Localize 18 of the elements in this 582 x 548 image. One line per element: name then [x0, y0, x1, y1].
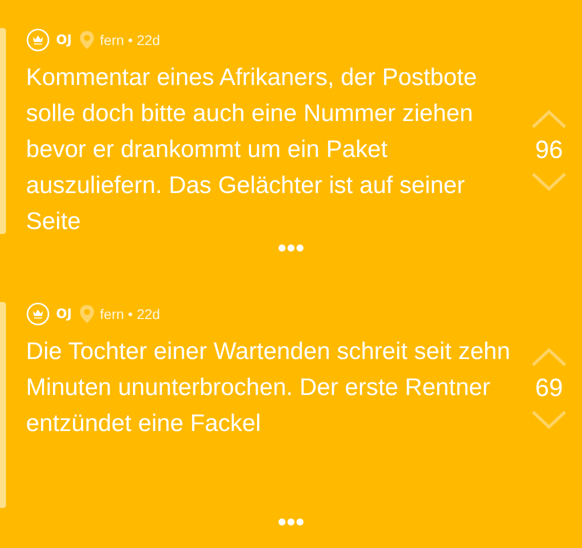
upvote-icon[interactable]: [530, 108, 568, 130]
vote-count: 69: [535, 374, 563, 402]
upvote-icon[interactable]: [530, 346, 568, 368]
author-name: OJ: [56, 306, 72, 322]
post-text: Die Tochter einer Wartenden schreit seit zehn Minuten ununterbrochen. Der erste Rentner entzündet eine Fackel: [26, 337, 512, 439]
crown-icon: [26, 28, 50, 52]
downvote-icon[interactable]: [530, 170, 568, 192]
author-name: OJ: [56, 32, 72, 48]
vote-count: 96: [535, 136, 563, 164]
location-pin-icon: [80, 305, 94, 323]
post-meta: fern • 22d: [100, 306, 160, 322]
post-text: Kommentar eines Afrikaners, der Postbote solle doch bitte auch eine Nummer ziehen bevor er drankommt um ein Paket auszuliefern. Das Gelächter ist auf seiner Seite: [26, 63, 478, 237]
post-meta: fern • 22d: [100, 32, 160, 48]
more-options-icon[interactable]: [278, 244, 304, 252]
crown-icon: [26, 302, 50, 326]
downvote-icon[interactable]: [530, 408, 568, 430]
more-options-icon[interactable]: [278, 518, 304, 526]
location-pin-icon: [80, 31, 94, 49]
